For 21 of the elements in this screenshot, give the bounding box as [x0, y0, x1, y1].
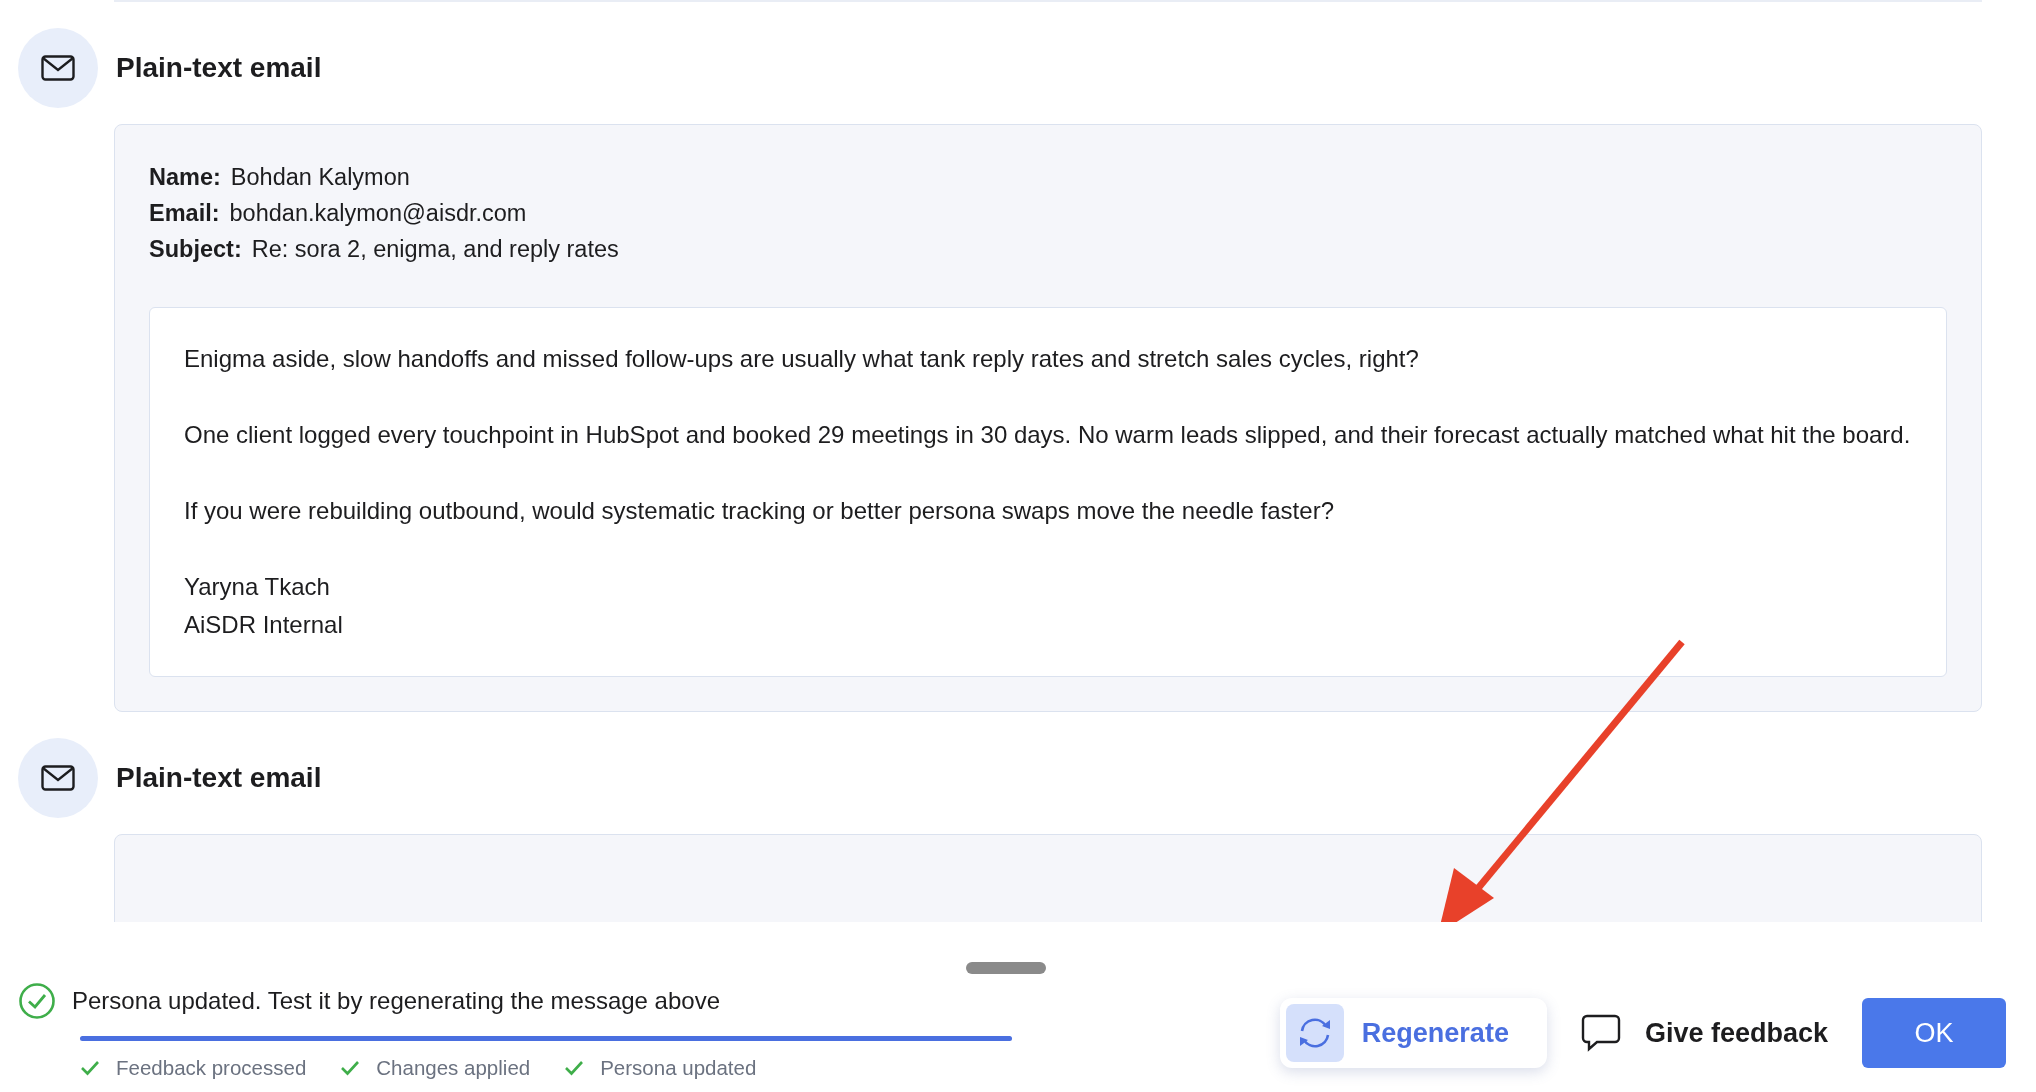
envelope-icon [41, 765, 75, 791]
check-circle-icon [18, 982, 56, 1020]
give-feedback-button[interactable]: Give feedback [1580, 1012, 1828, 1054]
regenerate-button[interactable]: Regenerate [1279, 998, 1547, 1068]
body-paragraph: If you were rebuilding outbound, would systematic tracking or better persona swaps move the needle faster? [184, 496, 1335, 526]
header-field: Subject: Re: sora 2, enigma, and reply rates [149, 231, 1947, 267]
step-label: Changes applied [376, 1055, 531, 1081]
signature: Yaryna Tkach AiSDR Internal [184, 572, 344, 640]
section-title: Plain-text email [116, 761, 322, 795]
step-label: Feedback processed [116, 1055, 307, 1081]
drag-handle[interactable] [966, 962, 1046, 974]
body-paragraph: One client logged every touchpoint in HubSpot and booked 29 meetings in 30 days. No warm leads slipped, and their forecast actually matched what hit the board. [184, 420, 1912, 450]
section-title: Plain-text email [116, 51, 322, 85]
envelope-icon [41, 55, 75, 81]
body-paragraph: Enigma aside, slow handoffs and missed follow-ups are usually what tank reply rates and stretch sales cycles, right? [184, 344, 1420, 374]
step-label: Persona updated [600, 1055, 757, 1081]
header-field: Name: Bohdan Kalymon [149, 159, 1947, 195]
ok-button[interactable]: OK [1862, 998, 2006, 1068]
header-field: Email: bohdan.kalymon@aisdr.com [149, 195, 1947, 231]
speech-bubble-icon [1580, 1014, 1621, 1052]
status-message: Persona updated. Test it by regenerating the message above [72, 986, 720, 1016]
